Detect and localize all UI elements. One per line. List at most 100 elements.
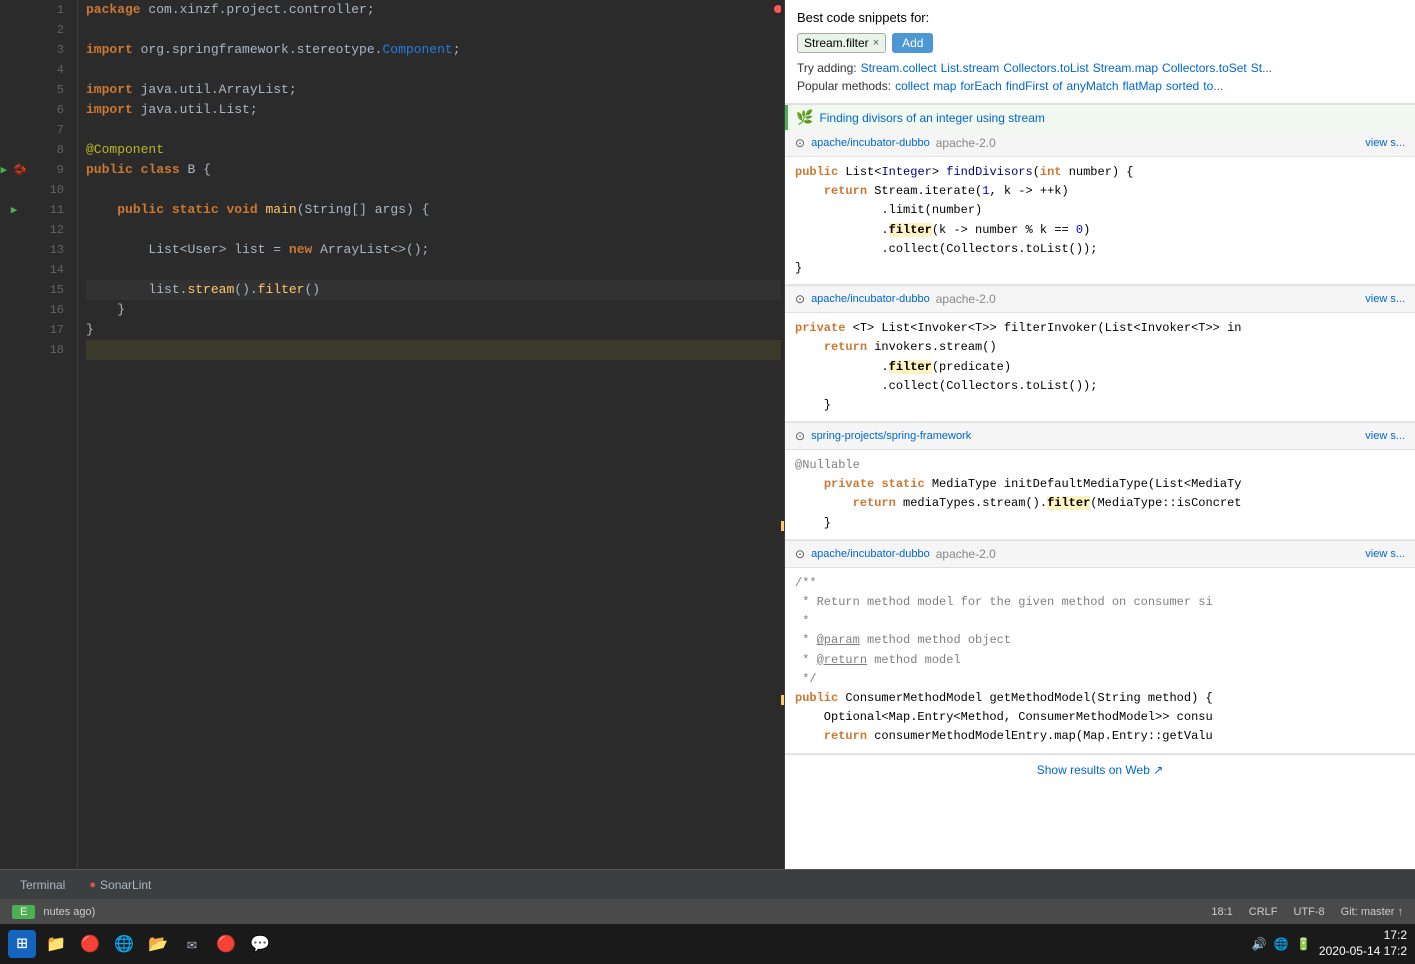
gutter-17 <box>0 320 28 340</box>
octocat-icon-3: ⊙ <box>795 429 805 443</box>
code-line-6: import java.util.List; <box>86 100 784 120</box>
method-link-foreach[interactable]: forEach <box>960 79 1001 93</box>
method-link-more: to... <box>1203 79 1223 93</box>
code-line-2 <box>86 20 784 40</box>
ln-10: 10 <box>28 180 69 200</box>
gutter-15 <box>0 280 28 300</box>
scrollbar-thumb-2 <box>781 695 784 705</box>
try-link-collect[interactable]: Stream.collect <box>861 61 937 75</box>
tab-terminal[interactable]: Terminal <box>8 874 77 896</box>
view-link-3[interactable]: view s... <box>1365 430 1405 442</box>
close-icon[interactable]: × <box>873 37 879 49</box>
gutter-5 <box>0 80 28 100</box>
ln-3: 3 <box>28 40 69 60</box>
try-link-streammap[interactable]: Stream.map <box>1093 61 1158 75</box>
taskbar-right: 🔊 🌐 🔋 17:2 2020-05-14 17:2 <box>1252 928 1407 959</box>
tab-sonarlint[interactable]: ● SonarLint <box>77 874 163 896</box>
show-web-link[interactable]: Show results on Web ↗ <box>785 754 1415 785</box>
taskbar-icon-3[interactable]: 🔴 <box>76 930 104 958</box>
gutter-7 <box>0 120 28 140</box>
scrollbar-track[interactable] <box>781 0 784 869</box>
bottom-tabs: Terminal ● SonarLint <box>8 874 163 896</box>
panel-title: Best code snippets for: <box>797 10 1403 25</box>
license-tag-4: apache-2.0 <box>936 547 996 561</box>
code-line-17: } <box>86 320 784 340</box>
view-link-2[interactable]: view s... <box>1365 293 1405 305</box>
try-link-collectorstoset[interactable]: Collectors.toSet <box>1162 61 1247 75</box>
gutter-1 <box>0 0 28 20</box>
line-numbers: 1 2 3 4 5 6 7 8 9 10 11 12 13 14 15 16 1 <box>28 0 78 869</box>
code-line-18 <box>86 340 784 360</box>
try-link-liststream[interactable]: List.stream <box>941 61 1000 75</box>
repo-name-2[interactable]: apache/incubator-dubbo <box>811 293 930 305</box>
bottom-bar: Terminal ● SonarLint <box>0 869 1415 899</box>
taskbar-icon-4[interactable]: 🌐 <box>110 930 138 958</box>
taskbar-left: ⊞ 📁 🔴 🌐 📂 ✉ 🔴 💬 <box>8 930 274 958</box>
try-adding-label: Try adding: <box>797 61 857 75</box>
taskbar-icon-5[interactable]: 📂 <box>144 930 172 958</box>
repo-name-3[interactable]: spring-projects/spring-framework <box>811 430 971 442</box>
view-link-4[interactable]: view s... <box>1365 548 1405 560</box>
ln-15: 15 <box>28 280 69 300</box>
status-bar: E nutes ago) 18:1 CRLF UTF-8 Git: master… <box>0 899 1415 924</box>
octocat-icon-4: ⊙ <box>795 547 805 561</box>
left-gutter: ▶ 🫘 ▶ <box>0 0 28 869</box>
start-icon[interactable]: ⊞ <box>8 930 36 958</box>
try-link-collectorstolist[interactable]: Collectors.toList <box>1003 61 1088 75</box>
method-link-collect[interactable]: collect <box>895 79 929 93</box>
try-link-more: St... <box>1251 61 1272 75</box>
code-line-11: public static void main(String[] args) { <box>86 200 784 220</box>
method-link-flatmap[interactable]: flatMap <box>1123 79 1162 93</box>
ln-6: 6 <box>28 100 69 120</box>
code-content[interactable]: package com.xinzf.project.controller; im… <box>78 0 784 869</box>
status-event-btn[interactable]: E <box>12 905 35 919</box>
method-link-findfirst[interactable]: findFirst <box>1006 79 1049 93</box>
taskbar-icon-6[interactable]: ✉ <box>178 930 206 958</box>
gutter-8 <box>0 140 28 160</box>
code-line-12 <box>86 220 784 240</box>
search-bar: Stream.filter × Add <box>797 33 1403 53</box>
octocat-icon-2: ⊙ <box>795 292 805 306</box>
license-tag-2: apache-2.0 <box>936 292 996 306</box>
ln-18: 18 <box>28 340 69 360</box>
taskbar-icon-2[interactable]: 📁 <box>42 930 70 958</box>
search-tag[interactable]: Stream.filter × <box>797 33 886 53</box>
ln-12: 12 <box>28 220 69 240</box>
method-link-anymatch[interactable]: anyMatch <box>1066 79 1118 93</box>
taskbar-sys-icons: 🔊 🌐 🔋 <box>1252 937 1311 952</box>
snippet-3: ⊙ spring-projects/spring-framework view … <box>785 422 1415 540</box>
view-link-1[interactable]: view s... <box>1365 137 1405 149</box>
repo-name-1[interactable]: apache/incubator-dubbo <box>811 137 930 149</box>
ln-2: 2 <box>28 20 69 40</box>
taskbar-clock: 17:2 2020-05-14 17:2 <box>1319 928 1407 959</box>
editor-area: ▶ 🫘 ▶ 1 2 3 4 5 <box>0 0 1415 869</box>
right-panel: Best code snippets for: Stream.filter × … <box>785 0 1415 869</box>
finding-title-1: Finding divisors of an integer using str… <box>819 111 1407 125</box>
code-line-8: @Component <box>86 140 784 160</box>
clock-time: 17:2 <box>1319 928 1407 944</box>
ln-4: 4 <box>28 60 69 80</box>
method-link-map[interactable]: map <box>933 79 956 93</box>
snippet-code-4: /** * Return method model for the given … <box>785 568 1415 754</box>
gutter-2 <box>0 20 28 40</box>
snippet-2: ⊙ apache/incubator-dubbo apache-2.0 view… <box>785 285 1415 422</box>
finding-icon-1: 🌿 <box>796 109 813 126</box>
snippet-source-4: ⊙ apache/incubator-dubbo apache-2.0 view… <box>785 541 1415 568</box>
taskbar-icon-7[interactable]: 🔴 <box>212 930 240 958</box>
repo-name-4[interactable]: apache/incubator-dubbo <box>811 548 930 560</box>
gutter-12 <box>0 220 28 240</box>
code-line-7 <box>86 120 784 140</box>
gutter-4 <box>0 60 28 80</box>
snippet-4: ⊙ apache/incubator-dubbo apache-2.0 view… <box>785 540 1415 754</box>
add-button[interactable]: Add <box>892 33 933 53</box>
gutter-18 <box>0 340 28 360</box>
snippet-code-2: private <T> List<Invoker<T>> filterInvok… <box>785 313 1415 422</box>
code-line-16: } <box>86 300 784 320</box>
taskbar-icon-8[interactable]: 💬 <box>246 930 274 958</box>
ln-13: 13 <box>28 240 69 260</box>
status-branch[interactable]: Git: master ↑ <box>1341 906 1403 918</box>
ln-7: 7 <box>28 120 69 140</box>
method-link-sorted[interactable]: sorted <box>1166 79 1199 93</box>
snippet-source-1: ⊙ apache/incubator-dubbo apache-2.0 view… <box>785 130 1415 157</box>
method-link-of[interactable]: of <box>1052 79 1062 93</box>
